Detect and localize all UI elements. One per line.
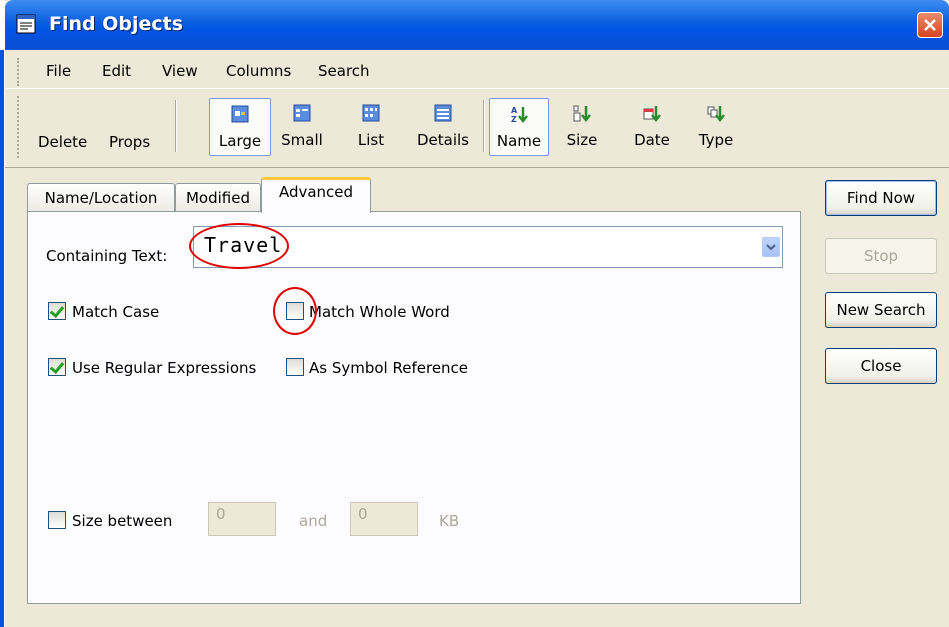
sort-date-button[interactable]: Date (629, 98, 675, 156)
match-case-checkbox[interactable] (48, 302, 66, 320)
view-small-button[interactable]: Small (275, 98, 329, 156)
view-details-label: Details (416, 131, 469, 149)
size-between-checkbox[interactable] (48, 511, 66, 529)
menu-columns[interactable]: Columns (226, 62, 291, 80)
sort-size-icon (573, 105, 591, 122)
menu-bar (5, 50, 949, 88)
stop-button[interactable]: Stop (825, 238, 937, 274)
symbol-reference-label[interactable]: As Symbol Reference (309, 359, 468, 377)
view-list-button[interactable]: List (346, 98, 396, 156)
size-max-input[interactable]: 0 (350, 502, 418, 536)
use-regex-checkbox[interactable] (48, 358, 66, 376)
props-button[interactable]: Props (109, 133, 150, 151)
advanced-panel (27, 211, 801, 604)
view-list-label: List (357, 131, 385, 149)
and-label: and (299, 512, 328, 530)
svg-text:A: A (511, 106, 518, 115)
sort-size-label: Size (566, 131, 598, 149)
match-whole-word-label[interactable]: Match Whole Word (309, 303, 450, 321)
tab-advanced[interactable]: Advanced (261, 177, 371, 213)
menu-grip[interactable] (17, 58, 21, 86)
sort-type-button[interactable]: Type (693, 98, 739, 156)
use-regex-label[interactable]: Use Regular Expressions (72, 359, 256, 377)
view-large-button[interactable]: Large (209, 98, 271, 156)
sort-name-button[interactable]: AZ Name (489, 98, 549, 156)
sort-date-label: Date (634, 131, 670, 149)
dropdown-button[interactable] (762, 237, 780, 257)
window-left-border (0, 50, 4, 627)
svg-text:Z: Z (511, 115, 517, 123)
match-case-label[interactable]: Match Case (72, 303, 159, 321)
sort-name-icon: AZ (511, 106, 528, 123)
size-min-input[interactable]: 0 (208, 502, 276, 536)
close-button[interactable]: Close (825, 348, 937, 384)
containing-text-label: Containing Text: (46, 247, 168, 265)
kb-label: KB (439, 512, 460, 530)
annotation-circle-containing-text (189, 223, 289, 269)
small-icons-icon (293, 104, 311, 122)
annotation-circle-match-whole-word (273, 287, 317, 335)
close-window-button[interactable] (917, 12, 943, 38)
large-icons-icon (231, 105, 249, 123)
delete-button[interactable]: Delete (38, 133, 87, 151)
symbol-reference-checkbox[interactable] (286, 358, 304, 376)
size-between-label[interactable]: Size between (72, 512, 172, 530)
tab-modified[interactable]: Modified (175, 183, 261, 211)
menu-file[interactable]: File (46, 62, 71, 80)
menu-view[interactable]: View (162, 62, 198, 80)
chevron-down-icon (766, 244, 776, 251)
sort-size-button[interactable]: Size (559, 98, 605, 156)
details-view-icon (434, 104, 452, 122)
new-search-button[interactable]: New Search (825, 292, 937, 328)
sort-type-icon (707, 106, 725, 122)
close-icon (924, 19, 936, 31)
view-details-button[interactable]: Details (408, 98, 478, 156)
sort-date-icon (643, 106, 661, 122)
find-objects-icon (16, 14, 36, 34)
menu-search[interactable]: Search (318, 62, 370, 80)
title-bar[interactable]: Find Objects (5, 0, 949, 50)
sort-name-label: Name (496, 132, 542, 150)
find-objects-window: Find Objects File Edit View Columns Sear… (5, 0, 949, 627)
tab-name-location[interactable]: Name/Location (27, 183, 175, 211)
toolbar-grip[interactable] (17, 96, 21, 158)
find-now-button[interactable]: Find Now (825, 180, 937, 216)
toolbar-separator (483, 100, 485, 152)
sort-type-label: Type (698, 131, 734, 149)
toolbar-separator (175, 100, 177, 152)
menu-edit[interactable]: Edit (102, 62, 131, 80)
view-large-label: Large (218, 132, 262, 150)
view-small-label: Small (281, 131, 323, 149)
list-view-icon (362, 104, 380, 122)
window-title: Find Objects (49, 13, 184, 35)
toolbar-divider (5, 167, 949, 168)
